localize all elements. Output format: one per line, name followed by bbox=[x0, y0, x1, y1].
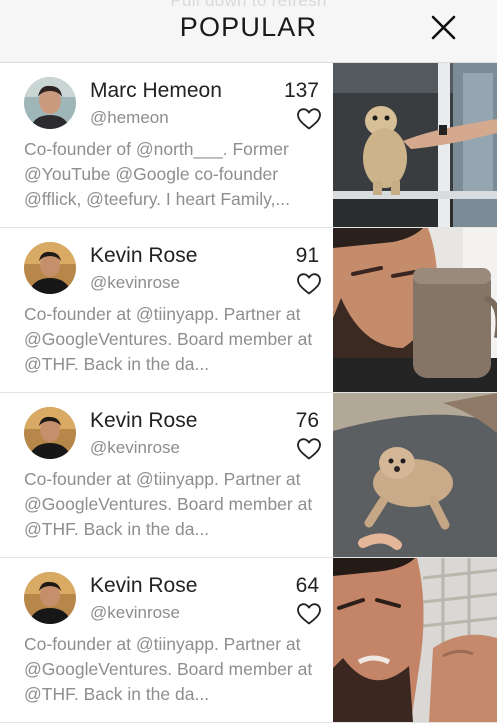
avatar[interactable] bbox=[24, 77, 76, 129]
like-count: 76 bbox=[295, 409, 319, 432]
avatar[interactable] bbox=[24, 407, 76, 459]
page-title: POPULAR bbox=[179, 12, 318, 42]
dog-at-sliding-door-image bbox=[333, 63, 497, 227]
feed-item[interactable]: Kevin Rose @kevinrose 64 Co-founder at @… bbox=[0, 558, 497, 723]
user-bio: Co-founder at @tiinyapp. Partner at @Goo… bbox=[24, 634, 313, 704]
like-count: 91 bbox=[295, 244, 319, 267]
user-handle[interactable]: @kevinrose bbox=[90, 438, 180, 458]
popular-feed: Marc Hemeon @hemeon 137 Co-founder of @n… bbox=[0, 63, 497, 723]
user-handle[interactable]: @kevinrose bbox=[90, 273, 180, 293]
post-thumbnail[interactable] bbox=[333, 558, 497, 722]
heart-icon bbox=[297, 438, 321, 460]
pull-to-refresh-hint: Pull down to refresh bbox=[170, 0, 327, 10]
user-bio: Co-founder at @tiinyapp. Partner at @Goo… bbox=[24, 304, 313, 374]
post-thumbnail[interactable] bbox=[333, 393, 497, 557]
post-thumbnail[interactable] bbox=[333, 63, 497, 227]
heart-icon bbox=[297, 603, 321, 625]
close-button[interactable] bbox=[425, 10, 461, 46]
user-name[interactable]: Marc Hemeon bbox=[90, 79, 222, 103]
user-name[interactable]: Kevin Rose bbox=[90, 244, 197, 268]
top-bar: Pull down to refresh POPULAR bbox=[0, 0, 497, 63]
feed-item[interactable]: Kevin Rose @kevinrose 76 Co-founder at @… bbox=[0, 393, 497, 558]
user-handle[interactable]: @hemeon bbox=[90, 108, 169, 128]
like-button[interactable] bbox=[296, 602, 322, 626]
like-count: 64 bbox=[295, 574, 319, 597]
user-bio: Co-founder of @north___. Former @YouTube… bbox=[24, 139, 291, 209]
close-icon bbox=[431, 15, 456, 40]
heart-icon bbox=[297, 273, 321, 295]
feed-item[interactable]: Kevin Rose @kevinrose 91 Co-founder at @… bbox=[0, 228, 497, 393]
user-name[interactable]: Kevin Rose bbox=[90, 409, 197, 433]
avatar[interactable] bbox=[24, 242, 76, 294]
user-name[interactable]: Kevin Rose bbox=[90, 574, 197, 598]
like-button[interactable] bbox=[296, 272, 322, 296]
post-thumbnail[interactable] bbox=[333, 228, 497, 392]
like-button[interactable] bbox=[296, 437, 322, 461]
avatar[interactable] bbox=[24, 572, 76, 624]
user-handle[interactable]: @kevinrose bbox=[90, 603, 180, 623]
heart-icon bbox=[297, 108, 321, 130]
feed-item[interactable]: Marc Hemeon @hemeon 137 Co-founder of @n… bbox=[0, 63, 497, 228]
man-drinking-from-mug-image bbox=[333, 228, 497, 392]
man-making-face-image bbox=[333, 558, 497, 722]
like-count: 137 bbox=[283, 79, 319, 102]
user-bio: Co-founder at @tiinyapp. Partner at @Goo… bbox=[24, 469, 313, 539]
dog-lying-on-floor-image bbox=[333, 393, 497, 557]
like-button[interactable] bbox=[296, 107, 322, 131]
